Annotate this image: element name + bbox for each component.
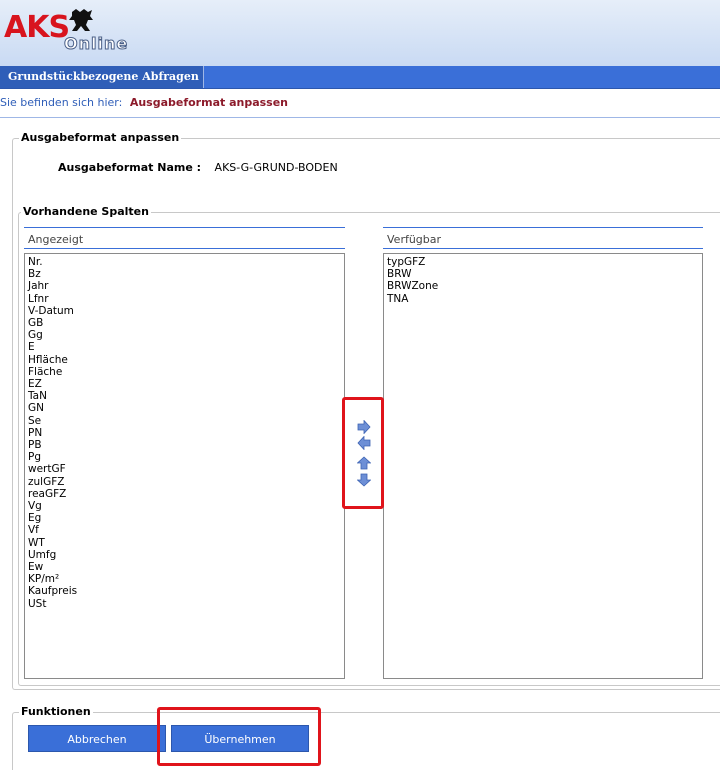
shown-column-item[interactable]: Gg — [28, 329, 341, 341]
arrow-right-icon[interactable] — [357, 420, 371, 434]
arrow-left-icon[interactable] — [357, 436, 371, 450]
available-header-line-bottom — [383, 248, 703, 249]
app-header: AKS Online — [0, 0, 720, 66]
available-column-item[interactable]: BRW — [387, 268, 699, 280]
shown-column-item[interactable]: reaGFZ — [28, 488, 341, 500]
shown-columns-header: Angezeigt — [28, 233, 84, 246]
shown-column-item[interactable]: KP/m² — [28, 573, 341, 585]
available-columns-header: Verfügbar — [387, 233, 442, 246]
available-column-item[interactable]: TNA — [387, 293, 699, 305]
shown-column-item[interactable]: Bz — [28, 268, 341, 280]
columns-fieldset-legend: Vorhandene Spalten — [21, 205, 151, 218]
format-name-label: Ausgabeformat Name : — [58, 161, 202, 174]
available-column-item[interactable]: typGFZ — [387, 256, 699, 268]
arrow-up-icon[interactable] — [357, 456, 371, 470]
format-name-value: AKS-G-GRUND-BODEN — [214, 161, 338, 174]
logo-aks-text: AKS — [4, 10, 70, 45]
shown-column-item[interactable]: Hfläche — [28, 354, 341, 366]
shown-columns-list: Nr. Bz Jahr Lfnr V-Datum GB Gg E Hfläche Fläche EZ… — [25, 254, 344, 612]
shown-column-item[interactable]: GB — [28, 317, 341, 329]
available-column-item[interactable]: BRWZone — [387, 280, 699, 292]
breadcrumb-prefix: Sie befinden sich hier: — [0, 96, 123, 109]
shown-column-item[interactable]: Nr. — [28, 256, 341, 268]
shown-column-item[interactable]: GN — [28, 402, 341, 414]
tab-grundstueckbezogene-abfragen[interactable]: Grundstückbezogene Abfragen — [0, 66, 204, 88]
shown-columns-listbox[interactable]: Nr. Bz Jahr Lfnr V-Datum GB Gg E Hfläche Fläche EZ… — [24, 253, 345, 679]
available-columns-listbox[interactable]: typGFZ BRW BRWZone TNA — [383, 253, 703, 679]
shown-column-item[interactable]: USt — [28, 598, 341, 610]
available-columns-list: typGFZ BRW BRWZone TNA — [384, 254, 702, 307]
shown-column-item[interactable]: WT — [28, 537, 341, 549]
breadcrumb-current: Ausgabeformat anpassen — [129, 96, 289, 109]
move-arrows-group — [342, 397, 384, 509]
shown-column-item[interactable]: zulGFZ — [28, 476, 341, 488]
shown-column-item[interactable]: Lfnr — [28, 293, 341, 305]
berlin-bear-icon — [69, 9, 93, 31]
shown-column-item[interactable]: wertGF — [28, 463, 341, 475]
shown-column-item[interactable]: Se — [28, 415, 341, 427]
shown-header-line-bottom — [24, 248, 345, 249]
shown-column-item[interactable]: PB — [28, 439, 341, 451]
format-fieldset-legend: Ausgabeformat anpassen — [19, 131, 182, 144]
logo-online-text: Online — [63, 34, 129, 54]
shown-header-line — [24, 227, 345, 228]
apply-button-highlight — [157, 707, 321, 766]
shown-column-item[interactable]: Eg — [28, 512, 341, 524]
shown-column-item[interactable]: Kaufpreis — [28, 585, 341, 597]
cancel-button[interactable]: Abbrechen — [28, 725, 166, 752]
breadcrumb-divider — [0, 117, 720, 118]
shown-column-item[interactable]: Ew — [28, 561, 341, 573]
shown-column-item[interactable]: Vf — [28, 524, 341, 536]
available-header-line — [383, 227, 703, 228]
shown-column-item[interactable]: Jahr — [28, 280, 341, 292]
shown-column-item[interactable]: EZ — [28, 378, 341, 390]
arrow-down-icon[interactable] — [357, 473, 371, 487]
shown-column-item[interactable]: E — [28, 341, 341, 353]
shown-column-item[interactable]: Pg — [28, 451, 341, 463]
shown-column-item[interactable]: TaN — [28, 390, 341, 402]
main-nav-bar: Grundstückbezogene Abfragen — [0, 66, 720, 89]
shown-column-item[interactable]: Umfg — [28, 549, 341, 561]
functions-fieldset-legend: Funktionen — [19, 705, 93, 718]
breadcrumb: Sie befinden sich hier: Ausgabeformat an… — [0, 96, 288, 109]
format-name-row: Ausgabeformat Name : AKS-G-GRUND-BODEN — [58, 161, 338, 174]
shown-column-item[interactable]: V-Datum — [28, 305, 341, 317]
shown-column-item[interactable]: PN — [28, 427, 341, 439]
shown-column-item[interactable]: Vg — [28, 500, 341, 512]
shown-column-item[interactable]: Fläche — [28, 366, 341, 378]
